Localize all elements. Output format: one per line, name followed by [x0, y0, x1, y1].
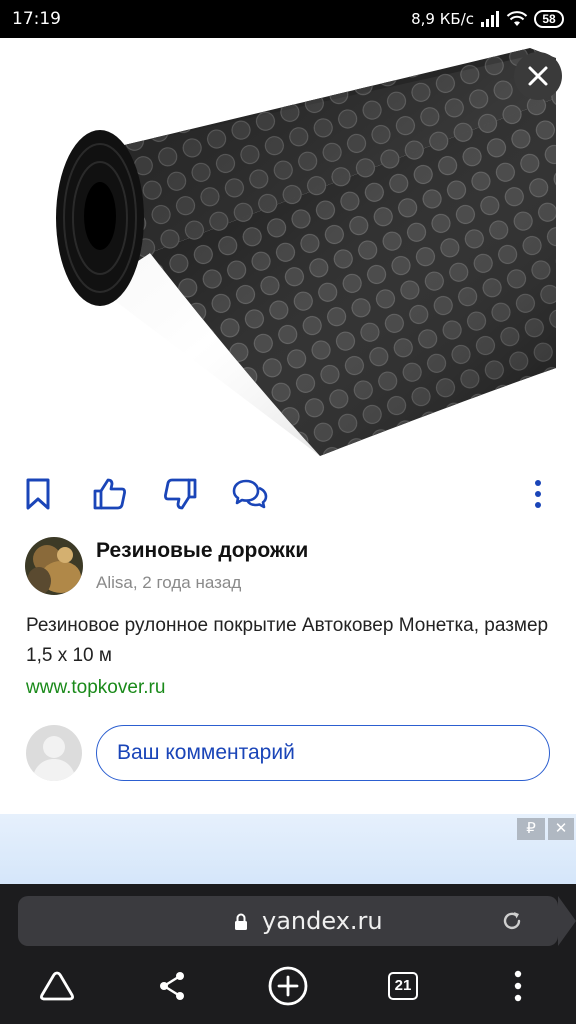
ad-banner[interactable]: ₽ ✕	[0, 814, 576, 884]
source-link[interactable]: www.topkover.ru	[26, 677, 165, 699]
share-button[interactable]	[150, 964, 194, 1008]
battery-indicator: 58	[534, 10, 564, 28]
thumbs-down-icon	[164, 478, 197, 510]
alice-button[interactable]	[35, 964, 79, 1008]
share-icon	[160, 972, 184, 1000]
signal-icon	[481, 11, 499, 27]
address-bar[interactable]: yandex.ru	[18, 896, 576, 946]
comments-button[interactable]	[230, 474, 270, 514]
post-title: Резиновые дорожки	[96, 539, 309, 562]
more-vertical-icon	[535, 480, 541, 508]
like-button[interactable]	[90, 474, 130, 514]
lock-icon	[235, 913, 247, 930]
post-description: Резиновое рулонное покрытие Автоковер Мо…	[26, 615, 549, 666]
wifi-icon	[506, 11, 528, 26]
comments-icon	[232, 479, 268, 509]
plus-circle-icon	[268, 966, 308, 1006]
reload-icon[interactable]	[500, 909, 524, 933]
comment-input[interactable]	[96, 725, 550, 781]
close-icon	[528, 66, 548, 86]
product-image[interactable]	[0, 38, 576, 460]
browser-toolbar: yandex.ru 21	[0, 884, 576, 1024]
author-avatar-image	[25, 537, 83, 595]
dislike-button[interactable]	[160, 474, 200, 514]
author-avatar[interactable]	[25, 537, 83, 595]
tabs-button[interactable]: 21	[381, 964, 425, 1008]
new-tab-button[interactable]	[266, 964, 310, 1008]
menu-icon	[514, 970, 522, 1002]
action-bar	[0, 468, 576, 520]
network-speed: 8,9 КБ/с	[411, 10, 474, 28]
user-avatar	[26, 725, 82, 781]
ad-currency-badge[interactable]: ₽	[517, 818, 545, 840]
status-time: 17:19	[12, 9, 61, 29]
alice-icon	[40, 971, 74, 1001]
more-options-button[interactable]	[518, 474, 558, 514]
url-text: yandex.ru	[262, 907, 383, 935]
ad-close-button[interactable]: ✕	[548, 818, 574, 840]
user-placeholder-icon	[32, 736, 76, 781]
tabs-count: 21	[388, 972, 418, 1000]
address-bar-arrow	[558, 896, 576, 946]
app-screen: 17:19 8,9 КБ/с 58 Резиновые дорожки Alis…	[0, 0, 576, 1024]
browser-menu-button[interactable]	[496, 964, 540, 1008]
status-bar: 17:19 8,9 КБ/с 58	[0, 0, 576, 38]
thumbs-up-icon	[93, 478, 126, 510]
post-meta: Alisa, 2 года назад	[96, 573, 242, 592]
bookmark-button[interactable]	[18, 474, 58, 514]
close-button[interactable]	[514, 52, 562, 100]
bookmark-icon	[26, 478, 50, 510]
status-right: 8,9 КБ/с 58	[411, 8, 564, 30]
rubber-mat-roll-image	[56, 48, 556, 456]
